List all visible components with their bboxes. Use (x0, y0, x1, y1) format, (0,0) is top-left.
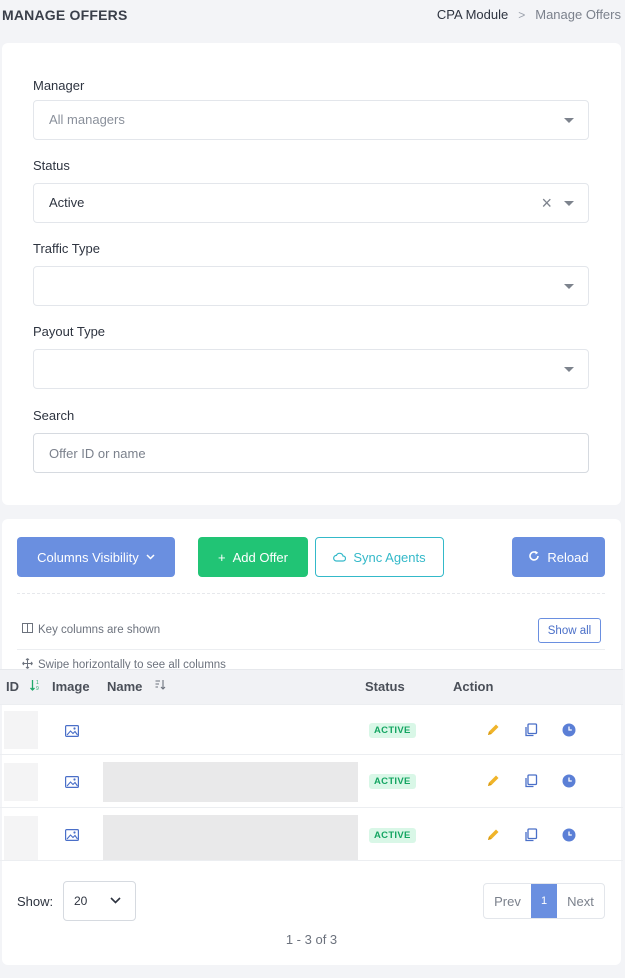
pencil-icon[interactable] (486, 723, 500, 737)
image-icon (65, 724, 80, 738)
table-header: ID 19 Image Name Status Action (0, 669, 623, 704)
status-label: Status (33, 158, 70, 173)
sync-agents-label: Sync Agents (353, 549, 426, 565)
table-row: ACTIVE (0, 807, 623, 861)
column-header-image: Image (52, 679, 90, 694)
refresh-icon (528, 550, 540, 565)
chevron-down-icon (110, 893, 121, 907)
caret-down-icon (564, 367, 574, 372)
sort-numeric-icon[interactable]: 19 (30, 679, 41, 694)
results-range: 1 - 3 of 3 (285, 932, 338, 947)
divider (0, 860, 623, 861)
copy-icon[interactable] (524, 774, 538, 788)
pencil-icon[interactable] (486, 774, 500, 788)
pagination: Prev 1 Next (483, 883, 605, 919)
status-badge: ACTIVE (369, 723, 416, 738)
page-title: MANAGE OFFERS (2, 7, 128, 23)
traffic-type-label: Traffic Type (33, 241, 100, 256)
divider (17, 649, 605, 650)
divider (17, 593, 605, 594)
status-value: Active (49, 195, 85, 210)
offer-id-cell (4, 763, 38, 801)
breadcrumb: CPA Module > Manage Offers (437, 7, 621, 22)
add-offer-label: Add Offer (232, 549, 288, 565)
clock-icon[interactable] (562, 828, 576, 842)
caret-down-icon (564, 201, 574, 206)
table-row: ACTIVE (0, 754, 623, 807)
status-badge: ACTIVE (369, 828, 416, 843)
status-badge: ACTIVE (369, 774, 416, 789)
column-header-name[interactable]: Name (107, 679, 142, 694)
offer-name-cell (103, 762, 358, 802)
next-page-button[interactable]: Next (557, 884, 604, 918)
sync-agents-button[interactable]: Sync Agents (315, 537, 444, 577)
clock-icon[interactable] (562, 774, 576, 788)
table-row: ACTIVE (0, 704, 623, 754)
clock-icon[interactable] (562, 723, 576, 737)
sort-icon[interactable] (155, 679, 166, 693)
search-input[interactable] (33, 433, 589, 473)
caret-down-icon (564, 284, 574, 289)
columns-icon (22, 623, 33, 636)
chevron-right-icon: > (518, 7, 526, 22)
reload-button[interactable]: Reload (512, 537, 605, 577)
page-1-button[interactable]: 1 (531, 884, 557, 918)
offer-id-cell (4, 816, 38, 860)
breadcrumb-manage-offers: Manage Offers (535, 7, 621, 22)
traffic-type-select[interactable] (33, 266, 589, 306)
columns-visibility-label: Columns Visibility (37, 549, 139, 565)
column-header-status: Status (365, 679, 405, 694)
svg-text:9: 9 (36, 686, 39, 691)
page-size-value: 20 (74, 894, 88, 908)
image-icon (65, 775, 80, 789)
manager-label: Manager (33, 78, 85, 93)
manager-select[interactable]: All managers (33, 100, 589, 140)
clear-icon[interactable]: × (541, 193, 552, 214)
manager-value: All managers (49, 112, 125, 127)
search-label: Search (33, 408, 75, 423)
offer-name-cell (103, 815, 358, 861)
prev-page-button[interactable]: Prev (484, 884, 531, 918)
columns-visibility-button[interactable]: Columns Visibility (17, 537, 175, 577)
caret-down-icon (564, 118, 574, 123)
payout-type-label: Payout Type (33, 324, 106, 339)
show-all-button[interactable]: Show all (538, 618, 601, 643)
status-select[interactable]: Active × (33, 183, 589, 223)
key-columns-hint: Key columns are shown (22, 623, 160, 636)
offer-id-cell (4, 711, 38, 749)
page-size-select[interactable]: 20 (63, 881, 136, 921)
pencil-icon[interactable] (486, 828, 500, 842)
add-offer-button[interactable]: + Add Offer (198, 537, 308, 577)
chevron-down-icon (146, 552, 155, 563)
column-header-action: Action (453, 679, 494, 694)
image-icon (65, 828, 80, 842)
breadcrumb-cpa-module[interactable]: CPA Module (437, 7, 508, 22)
reload-label: Reload (547, 549, 589, 565)
plus-icon: + (218, 549, 226, 565)
key-columns-text: Key columns are shown (38, 623, 161, 636)
copy-icon[interactable] (524, 828, 538, 842)
filters-card: Manager All managers Status Active × Tra… (2, 43, 621, 505)
offers-table-card: Columns Visibility + Add Offer Sync Agen… (0, 519, 623, 965)
column-header-id[interactable]: ID (6, 679, 19, 694)
copy-icon[interactable] (524, 723, 538, 737)
show-label: Show: (17, 894, 54, 909)
cloud-icon (333, 550, 347, 565)
payout-type-select[interactable] (33, 349, 589, 389)
